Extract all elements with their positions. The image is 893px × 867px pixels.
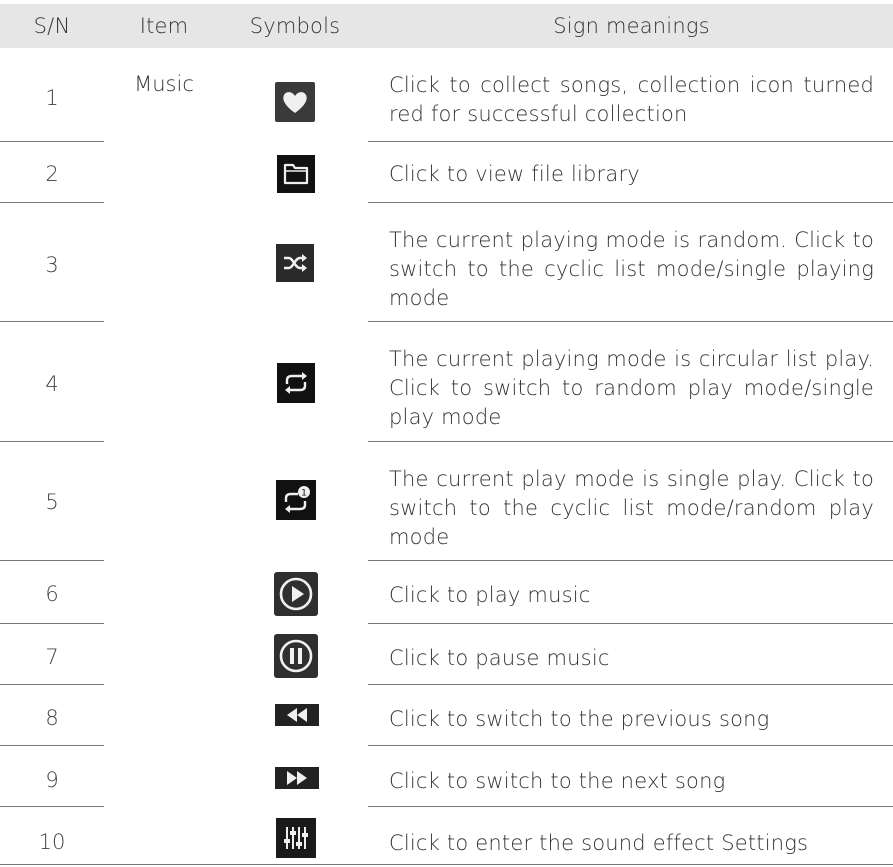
row-divider	[0, 806, 104, 807]
row-sn: 8	[45, 706, 59, 730]
row-sn: 4	[45, 372, 59, 396]
row-divider	[368, 441, 893, 442]
row-divider	[0, 321, 104, 322]
rewind-icon	[275, 704, 319, 726]
row-divider	[368, 560, 893, 561]
equalizer-icon	[276, 818, 316, 858]
meaning-text: The current play mode is single play. Cl…	[389, 467, 874, 549]
repeat-one-icon: 1	[276, 480, 316, 520]
row-sn: 6	[45, 582, 59, 606]
row-divider	[0, 141, 104, 142]
row-divider	[368, 684, 893, 685]
row-sn: 10	[38, 830, 66, 854]
item-music: Music	[134, 72, 194, 96]
header-symbols: Symbols	[249, 14, 341, 38]
table-bottom-border	[0, 864, 893, 865]
folder-icon	[277, 155, 315, 193]
meaning-text: Click to pause music	[389, 646, 610, 670]
row-divider	[0, 202, 104, 203]
row-sn: 5	[45, 490, 59, 514]
row-divider	[368, 321, 893, 322]
row-divider	[368, 202, 893, 203]
row-divider	[0, 560, 104, 561]
play-icon	[274, 572, 318, 616]
meaning-text: Click to collect songs, collection icon …	[389, 73, 874, 126]
row-divider	[0, 745, 104, 746]
row-divider	[0, 684, 104, 685]
row-divider	[368, 806, 893, 807]
pause-icon	[274, 634, 318, 678]
header-item: Item	[139, 14, 189, 38]
row-divider	[0, 441, 104, 442]
header-sn: S/N	[33, 14, 71, 38]
row-divider	[368, 623, 893, 624]
row-sn: 3	[45, 253, 59, 277]
svg-text:1: 1	[301, 489, 307, 499]
meaning-text: The current playing mode is random. Clic…	[389, 228, 874, 310]
heart-icon	[275, 82, 315, 122]
row-divider	[0, 623, 104, 624]
meaning-text: Click to switch to the next song	[389, 769, 726, 793]
header-sign-meanings: Sign meanings	[553, 14, 710, 38]
row-sn: 7	[45, 645, 59, 669]
meaning-text: Click to view file library	[389, 162, 640, 186]
row-divider	[368, 745, 893, 746]
row-sn: 9	[45, 768, 59, 792]
shuffle-icon	[276, 244, 314, 282]
row-sn: 1	[45, 86, 59, 110]
repeat-icon	[277, 363, 315, 403]
row-divider	[368, 141, 893, 142]
fast-forward-icon	[275, 767, 319, 789]
meaning-text: Click to switch to the previous song	[389, 707, 770, 731]
meaning-text: The current playing mode is circular lis…	[389, 347, 874, 429]
meaning-text: Click to enter the sound effect Settings	[389, 831, 809, 855]
meaning-text: Click to play music	[389, 583, 591, 607]
row-sn: 2	[45, 162, 59, 186]
